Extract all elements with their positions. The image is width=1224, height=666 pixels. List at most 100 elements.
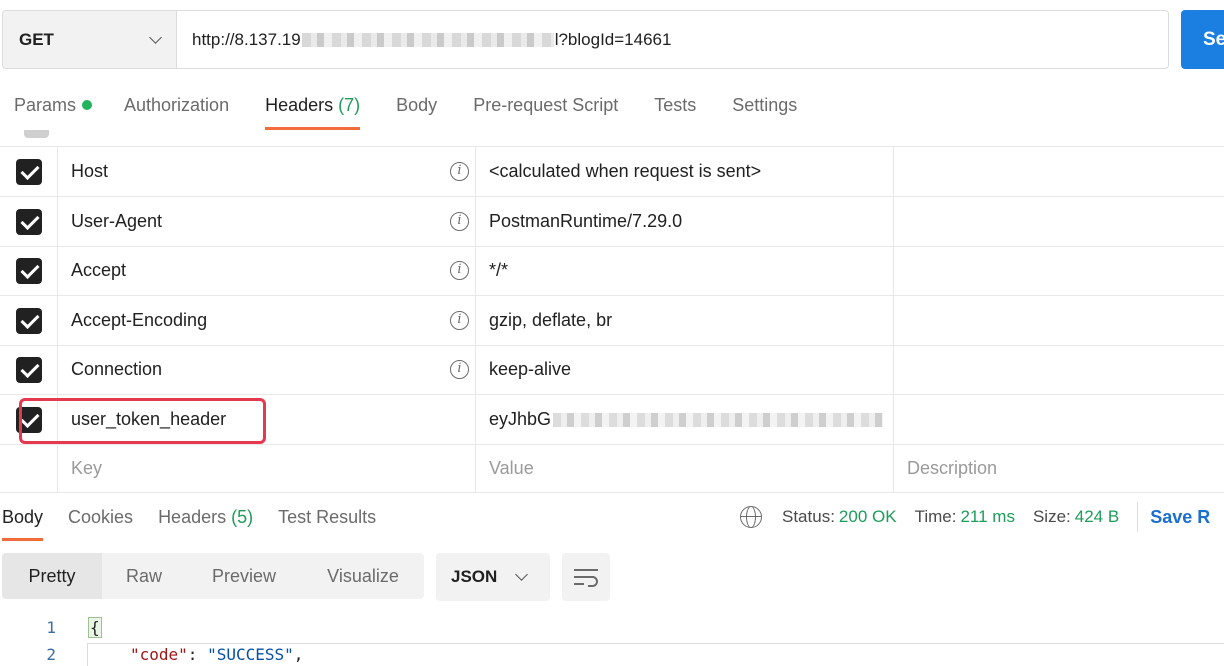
params-indicator-dot (82, 100, 93, 110)
header-value-cell[interactable]: <calculated when request is sent> (476, 147, 894, 196)
tab-tests[interactable]: Tests (654, 92, 696, 130)
info-icon[interactable]: i (450, 261, 469, 280)
header-description-cell[interactable] (894, 345, 1224, 394)
header-key: Accept (71, 260, 127, 280)
tab-response-headers[interactable]: Headers (5) (158, 505, 253, 541)
row-checkbox-cell (0, 197, 58, 246)
checkbox[interactable] (15, 307, 42, 334)
tab-headers[interactable]: Headers (7) (265, 92, 361, 130)
header-key-cell[interactable]: Accept-Encoding i (58, 296, 476, 345)
tab-params[interactable]: Params (14, 92, 93, 130)
checkbox[interactable] (15, 208, 42, 235)
wrap-lines-button[interactable] (562, 553, 610, 601)
url-input[interactable]: http://8.137.19 l?blogId=14661 (177, 11, 1168, 68)
redacted-token (553, 412, 884, 427)
header-key: User-Agent (71, 211, 163, 231)
url-suffix: l?blogId=14661 (554, 29, 672, 49)
format-label: JSON (451, 567, 498, 586)
tab-response-headers-label: Headers (158, 507, 227, 527)
tab-authorization[interactable]: Authorization (124, 92, 229, 130)
new-header-row: Key Value Description (0, 444, 1224, 493)
status-value[interactable]: 200 OK (839, 507, 897, 527)
table-row: Connection i keep-alive (0, 345, 1224, 395)
view-preview-label: Preview (211, 565, 277, 586)
row-checkbox-cell (0, 147, 58, 196)
view-raw[interactable]: Raw (102, 553, 186, 599)
header-value: PostmanRuntime/7.29.0 (489, 211, 683, 231)
new-value-input[interactable]: Value (476, 444, 894, 492)
header-key-cell[interactable]: Host i (58, 147, 476, 196)
chevron-down-icon (149, 30, 162, 44)
code-line: 2 "code": "SUCCESS", (0, 645, 1224, 666)
header-value: eyJhbG (489, 409, 552, 429)
header-key-cell[interactable]: Connection i (58, 345, 476, 394)
header-value: gzip, deflate, br (489, 310, 613, 330)
send-button[interactable]: Se (1181, 10, 1224, 69)
json-comma: , (293, 645, 304, 664)
checkbox[interactable] (15, 158, 42, 185)
body-view-segmented-control: Pretty Raw Preview Visualize (2, 553, 424, 599)
json-colon: : (187, 645, 208, 664)
response-tabs: Body Cookies Headers (5) Test Results (2, 505, 401, 541)
tab-body[interactable]: Body (396, 92, 437, 130)
header-value-cell[interactable]: gzip, deflate, br (476, 296, 894, 345)
header-value-cell[interactable]: */* (476, 246, 894, 295)
info-icon[interactable]: i (450, 162, 469, 181)
method-select[interactable]: GET (3, 11, 177, 68)
info-icon[interactable]: i (450, 360, 469, 379)
tab-body-label: Body (396, 95, 438, 115)
tab-headers-label: Headers (265, 95, 334, 115)
header-value-cell[interactable]: keep-alive (476, 345, 894, 394)
tab-cookies-label: Cookies (68, 507, 134, 527)
tab-cookies[interactable]: Cookies (68, 505, 133, 541)
header-description-cell[interactable] (894, 147, 1224, 196)
redacted-url-segment (301, 32, 554, 47)
tab-test-results[interactable]: Test Results (278, 505, 376, 541)
size-label: Size: (1032, 507, 1071, 526)
time-value[interactable]: 211 ms (960, 507, 1015, 527)
line-number: 1 (46, 618, 56, 637)
new-description-input[interactable]: Description (894, 444, 1224, 492)
info-icon[interactable]: i (450, 311, 469, 330)
header-key: Accept-Encoding (71, 310, 208, 330)
header-value-cell[interactable]: PostmanRuntime/7.29.0 (476, 197, 894, 246)
globe-icon[interactable] (740, 506, 762, 528)
info-icon[interactable]: i (450, 212, 469, 231)
divider (1137, 502, 1139, 532)
view-pretty[interactable]: Pretty (2, 553, 102, 599)
header-key-cell[interactable]: User-Agent i (58, 197, 476, 246)
new-key-input[interactable]: Key (58, 444, 476, 492)
header-description-cell[interactable] (894, 197, 1224, 246)
format-select[interactable]: JSON (436, 553, 550, 601)
checkbox[interactable] (15, 257, 42, 284)
header-description-cell[interactable] (894, 246, 1224, 295)
tab-settings[interactable]: Settings (732, 92, 797, 130)
header-key-cell[interactable]: Accept i (58, 246, 476, 295)
table-row: Accept-Encoding i gzip, deflate, br (0, 296, 1224, 346)
view-visualize-label: Visualize (327, 565, 399, 586)
tab-settings-label: Settings (732, 95, 798, 115)
header-value: */* (489, 260, 509, 280)
table-row: Host i <calculated when request is sent> (0, 147, 1224, 197)
row-checkbox-cell (0, 444, 58, 492)
table-scroll-edge (0, 130, 1224, 147)
highlight-box (19, 398, 266, 444)
tab-headers-count: (7) (338, 95, 361, 115)
save-response-button[interactable]: Save R (1150, 507, 1210, 528)
tab-response-headers-count: (5) (231, 507, 254, 527)
header-value-cell[interactable]: eyJhbG (476, 395, 894, 444)
row-checkbox-cell (0, 296, 58, 345)
response-status-bar: Status: 200 OK Time: 211 ms Size: 424 B … (740, 502, 1210, 532)
table-row: Accept i */* (0, 246, 1224, 296)
view-visualize[interactable]: Visualize (302, 553, 424, 599)
tab-response-body[interactable]: Body (2, 505, 44, 541)
tab-tests-label: Tests (654, 95, 697, 115)
header-description-cell[interactable] (894, 296, 1224, 345)
size-value[interactable]: 424 B (1075, 507, 1119, 527)
json-key: "code" (130, 645, 188, 664)
tab-pre-request-script[interactable]: Pre-request Script (473, 92, 618, 130)
header-description-cell[interactable] (894, 395, 1224, 444)
view-preview[interactable]: Preview (186, 553, 302, 599)
row-checkbox-cell (0, 345, 58, 394)
checkbox[interactable] (15, 356, 42, 383)
